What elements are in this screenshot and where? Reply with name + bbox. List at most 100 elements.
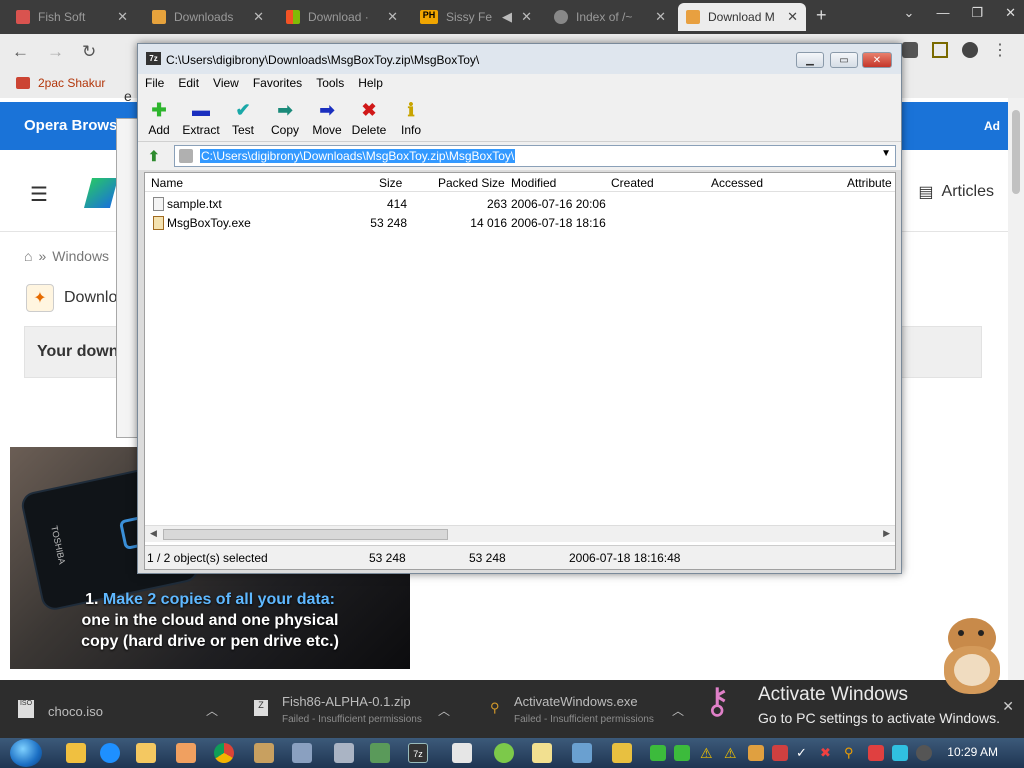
bookmark-2pac[interactable]: 2pac Shakur xyxy=(16,76,105,90)
menu-tools[interactable]: Tools xyxy=(309,74,351,94)
app-icon[interactable] xyxy=(292,743,312,763)
chrome-icon[interactable] xyxy=(214,743,234,763)
menu-view[interactable]: View xyxy=(206,74,246,94)
menu-favorites[interactable]: Favorites xyxy=(246,74,309,94)
close-downloads-bar-icon[interactable]: ✕ xyxy=(1002,698,1014,715)
app-icon[interactable] xyxy=(612,743,632,763)
app-icon[interactable] xyxy=(176,743,196,763)
menu-file[interactable]: File xyxy=(138,74,171,94)
delete-button[interactable]: ✖ Delete xyxy=(348,94,390,142)
chevron-up-icon[interactable]: ︿ xyxy=(206,702,218,719)
chevron-up-icon[interactable]: ︿ xyxy=(672,702,684,719)
app-icon[interactable] xyxy=(532,743,552,763)
site-logo[interactable] xyxy=(83,178,119,208)
close-tab-icon[interactable]: ✕ xyxy=(655,9,666,25)
chevron-up-icon[interactable]: ︿ xyxy=(438,702,450,719)
close-button[interactable]: ✕ xyxy=(862,52,892,68)
col-size[interactable]: Size xyxy=(379,176,402,190)
7zip-taskbar-icon[interactable]: 7z xyxy=(408,743,428,763)
back-icon[interactable]: ← xyxy=(12,42,29,62)
col-accessed[interactable]: Accessed xyxy=(711,176,763,190)
col-modified[interactable]: Modified xyxy=(511,176,556,190)
tray-volume-icon[interactable] xyxy=(916,745,932,761)
path-input[interactable]: C:\Users\digibrony\Downloads\MsgBoxToy.z… xyxy=(174,145,896,167)
copy-button[interactable]: ➡ Copy xyxy=(264,94,306,142)
ie-icon[interactable] xyxy=(100,743,120,763)
taskbar-clock[interactable]: 10:29 AM xyxy=(947,745,998,759)
articles-link[interactable]: ▤ Articles xyxy=(918,182,994,202)
app-icon[interactable] xyxy=(370,743,390,763)
tray-check-icon[interactable] xyxy=(650,745,666,761)
extension-icon[interactable] xyxy=(932,42,948,58)
col-created[interactable]: Created xyxy=(611,176,654,190)
scrollbar-thumb[interactable] xyxy=(163,529,448,540)
tray-tool-icon[interactable]: ✖ xyxy=(820,745,836,761)
download-item-choco[interactable]: ISO choco.iso ︿ xyxy=(0,680,232,738)
app-icon[interactable] xyxy=(494,743,514,763)
extract-button[interactable]: ▬ Extract xyxy=(180,94,222,142)
tab-downloads[interactable]: Downloads ✕ xyxy=(144,3,272,31)
tray-warning-icon[interactable]: ⚠ xyxy=(724,745,740,761)
extension-icon[interactable] xyxy=(902,42,918,58)
close-tab-icon[interactable]: ✕ xyxy=(117,9,128,25)
col-packed-size[interactable]: Packed Size xyxy=(438,176,505,190)
tray-shield-icon[interactable] xyxy=(748,745,764,761)
close-tab-icon[interactable]: ✕ xyxy=(787,9,798,25)
home-icon[interactable]: ⌂ xyxy=(24,248,32,264)
close-tab-icon[interactable]: ✕ xyxy=(387,9,398,25)
start-button[interactable] xyxy=(10,739,42,767)
reload-icon[interactable]: ↻ xyxy=(82,42,96,62)
table-row[interactable]: sample.txt 414 263 2006-07-16 20:06 xyxy=(145,195,895,214)
menu-help[interactable]: Help xyxy=(351,74,390,94)
menu-edit[interactable]: Edit xyxy=(171,74,206,94)
tab-search-icon[interactable]: ⌄ xyxy=(904,5,915,21)
tab-fish-soft[interactable]: Fish Soft ✕ xyxy=(8,3,136,31)
tray-check-icon[interactable] xyxy=(674,745,690,761)
close-tab-icon[interactable]: ✕ xyxy=(253,9,264,25)
scrollbar-thumb[interactable] xyxy=(1012,110,1020,194)
app-icon[interactable] xyxy=(572,743,592,763)
tab-download-microsoft[interactable]: Download · ✕ xyxy=(278,3,406,31)
move-button[interactable]: ➡ Move xyxy=(306,94,348,142)
close-tab-icon[interactable]: ✕ xyxy=(521,9,532,25)
app-icon[interactable] xyxy=(254,743,274,763)
minimize-icon[interactable]: — xyxy=(936,5,949,21)
tab-download-m-active[interactable]: Download M ✕ xyxy=(678,3,806,31)
forward-icon[interactable]: → xyxy=(47,42,64,62)
app-icon[interactable] xyxy=(334,743,354,763)
col-name[interactable]: Name xyxy=(151,176,183,190)
tray-shield-icon[interactable] xyxy=(772,745,788,761)
tray-monitor-icon[interactable] xyxy=(892,745,908,761)
maximize-button[interactable]: ▭ xyxy=(830,52,858,68)
app-icon[interactable] xyxy=(452,743,472,763)
up-folder-icon[interactable]: ⬆ xyxy=(148,148,164,164)
7zip-title-bar[interactable]: 7z C:\Users\digibrony\Downloads\MsgBoxTo… xyxy=(138,44,901,74)
page-scrollbar[interactable] xyxy=(1008,98,1024,680)
tray-warning-icon[interactable]: ⚠ xyxy=(700,745,716,761)
download-item-fish86[interactable]: Z Fish86-ALPHA-0.1.zip Failed - Insuffic… xyxy=(240,680,466,738)
hamburger-menu-icon[interactable]: ☰ xyxy=(30,182,48,207)
tray-flag-icon[interactable] xyxy=(868,745,884,761)
menu-kebab-icon[interactable]: ⋮ xyxy=(992,40,1008,60)
add-button[interactable]: ✚ Add xyxy=(138,94,180,142)
table-row[interactable]: MsgBoxToy.exe 53 248 14 016 2006-07-18 1… xyxy=(145,214,895,233)
tray-search-icon[interactable]: ⚲ xyxy=(844,745,860,761)
tab-sissy[interactable]: PH Sissy Fe ◀ ✕ xyxy=(412,3,540,31)
media-player-icon[interactable] xyxy=(66,743,86,763)
scroll-left-icon[interactable]: ◀ xyxy=(150,528,157,539)
new-tab-button[interactable]: + xyxy=(816,5,827,26)
tab-index-of[interactable]: Index of /~ ✕ xyxy=(546,3,674,31)
download-item-activatewindows[interactable]: ⚲ ActivateWindows.exe Failed - Insuffici… xyxy=(474,680,700,738)
minimize-button[interactable]: ▁ xyxy=(796,52,824,68)
col-attribute[interactable]: Attribute xyxy=(847,176,892,190)
scroll-right-icon[interactable]: ▶ xyxy=(883,528,890,539)
dropdown-arrow-icon[interactable]: ▼ xyxy=(881,148,891,159)
explorer-icon[interactable] xyxy=(136,743,156,763)
profile-avatar[interactable] xyxy=(962,42,978,58)
tray-tool-icon[interactable]: ✓ xyxy=(796,745,812,761)
mute-tab-icon[interactable]: ◀ xyxy=(502,9,512,25)
test-button[interactable]: ✔ Test xyxy=(222,94,264,142)
info-button[interactable]: ℹ Info xyxy=(390,94,432,142)
breadcrumb-windows[interactable]: Windows xyxy=(52,248,109,264)
close-window-icon[interactable]: ✕ xyxy=(1005,5,1016,21)
